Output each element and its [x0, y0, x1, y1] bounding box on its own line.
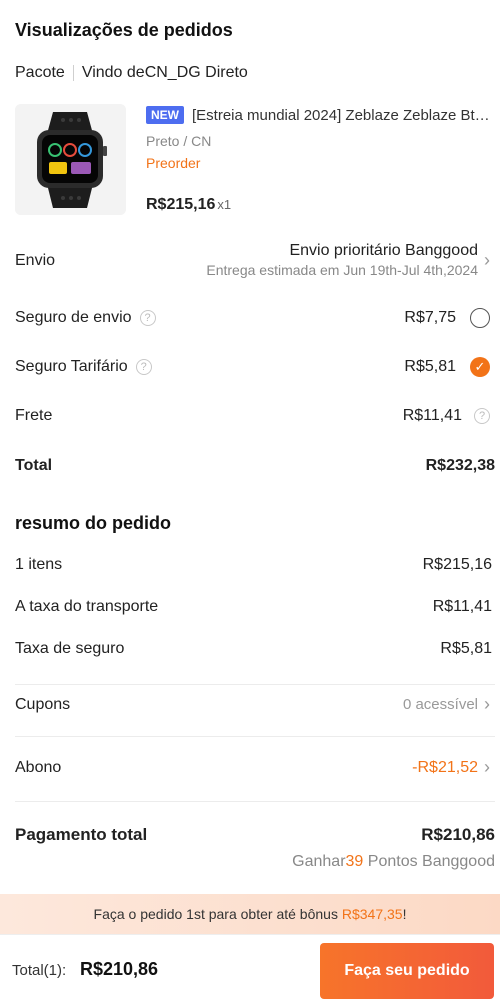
package-label: Pacote — [15, 64, 65, 81]
transport-fee-value: R$11,41 — [432, 598, 492, 615]
allowance-row[interactable]: Abono -R$21,52 › — [15, 757, 490, 778]
payment-total-row: Pagamento total R$210,86 — [15, 825, 495, 845]
transport-fee-label: A taxa do transporte — [15, 598, 159, 615]
shipping-insurance-checkbox[interactable] — [470, 308, 490, 328]
insurance-fee-row: Taxa de seguro R$5,81 — [15, 640, 492, 658]
coupons-label: Cupons — [15, 695, 71, 713]
freight-row: Frete R$11,41 ? — [15, 407, 490, 425]
transport-fee-row: A taxa do transporte R$11,41 — [15, 598, 492, 616]
product-price: R$215,16 x1 — [146, 196, 231, 214]
checkout-bar: Total(1): R$210,86 Faça seu pedido — [0, 934, 500, 1001]
delivery-estimate: Entrega estimada em Jun 19th-Jul 4th,202… — [206, 262, 478, 278]
items-row: 1 itens R$215,16 — [15, 556, 492, 574]
points-prefix: Ganhar — [292, 853, 346, 870]
help-icon[interactable]: ? — [135, 359, 152, 375]
shipping-selector[interactable]: Envio prioritário Banggood Entrega estim… — [206, 242, 490, 278]
promo-amount: R$347,35 — [341, 906, 403, 922]
promo-text: Faça o pedido 1st para obter até bônus — [93, 906, 338, 922]
total-row: Total R$232,38 — [15, 457, 495, 475]
coupons-value: 0 acessível — [402, 696, 478, 713]
items-value: R$215,16 — [422, 556, 492, 573]
promo-suffix: ! — [402, 906, 407, 922]
shipping-label: Envio — [15, 252, 56, 269]
divider — [15, 801, 495, 802]
items-label: 1 itens — [15, 556, 62, 574]
page-title: Visualizações de pedidos — [15, 20, 233, 40]
insurance-fee-value: R$5,81 — [440, 640, 492, 657]
shipping-method: Envio prioritário Banggood — [289, 242, 478, 259]
allowance-value: -R$21,52 — [412, 758, 478, 776]
product-image[interactable] — [15, 104, 126, 215]
footer-total-label: Total(1): — [12, 962, 67, 979]
tariff-insurance-label: Seguro Tarifário — [15, 358, 128, 375]
place-order-button[interactable]: Faça seu pedido — [320, 943, 494, 999]
chevron-right-icon: › — [484, 757, 490, 777]
package-origin: Vindo deCN_DG Direto — [81, 64, 248, 81]
preorder-status: Preorder — [146, 155, 201, 171]
help-icon[interactable]: ? — [139, 310, 156, 326]
coupons-row[interactable]: Cupons 0 acessível › — [15, 694, 490, 715]
points-earn: Ganhar39 Pontos Banggood — [292, 853, 495, 871]
shipping-insurance-label: Seguro de envio — [15, 309, 132, 326]
points-value: 39 — [345, 853, 364, 870]
items-text: itens — [28, 556, 63, 573]
promo-banner: Faça o pedido 1st para obter até bônus R… — [0, 894, 500, 934]
chevron-right-icon: › — [484, 249, 490, 270]
points-suffix: Pontos Banggood — [367, 853, 495, 870]
total-value: R$232,38 — [425, 457, 495, 474]
package-info: Pacote Vindo deCN_DG Direto — [15, 64, 248, 82]
chevron-right-icon: › — [484, 694, 490, 714]
shipping-insurance-value: R$7,75 — [404, 309, 456, 326]
divider — [72, 65, 74, 81]
price-value: R$215,16 — [146, 196, 216, 213]
product-title[interactable]: NEW [Estreia mundial 2024] Zeblaze Zebla… — [146, 106, 491, 124]
shipping-insurance-row: Seguro de envio ? R$7,75 — [15, 308, 490, 328]
insurance-fee-label: Taxa de seguro — [15, 640, 125, 657]
product-name: [Estreia mundial 2024] Zeblaze Zeblaze B… — [192, 106, 491, 124]
tariff-insurance-checkbox[interactable]: ✓ — [470, 357, 490, 377]
help-icon[interactable]: ? — [474, 408, 490, 424]
divider — [15, 736, 495, 737]
tariff-insurance-row: Seguro Tarifário ? R$5,81 ✓ — [15, 357, 490, 377]
smartwatch-icon — [15, 104, 126, 215]
allowance-label: Abono — [15, 758, 62, 776]
order-summary-title: resumo do pedido — [15, 513, 172, 533]
freight-value: R$11,41 — [402, 407, 462, 424]
divider — [15, 684, 495, 685]
payment-total-value: R$210,86 — [421, 825, 495, 844]
footer-total-value: R$210,86 — [80, 959, 159, 979]
items-count: 1 — [15, 556, 24, 573]
freight-label: Frete — [15, 407, 53, 424]
tariff-insurance-value: R$5,81 — [404, 358, 456, 375]
quantity: x1 — [217, 197, 232, 212]
new-badge: NEW — [146, 106, 184, 124]
total-label: Total — [15, 457, 53, 474]
product-variant: Preto / CN — [146, 133, 212, 149]
payment-total-label: Pagamento total — [15, 825, 148, 844]
